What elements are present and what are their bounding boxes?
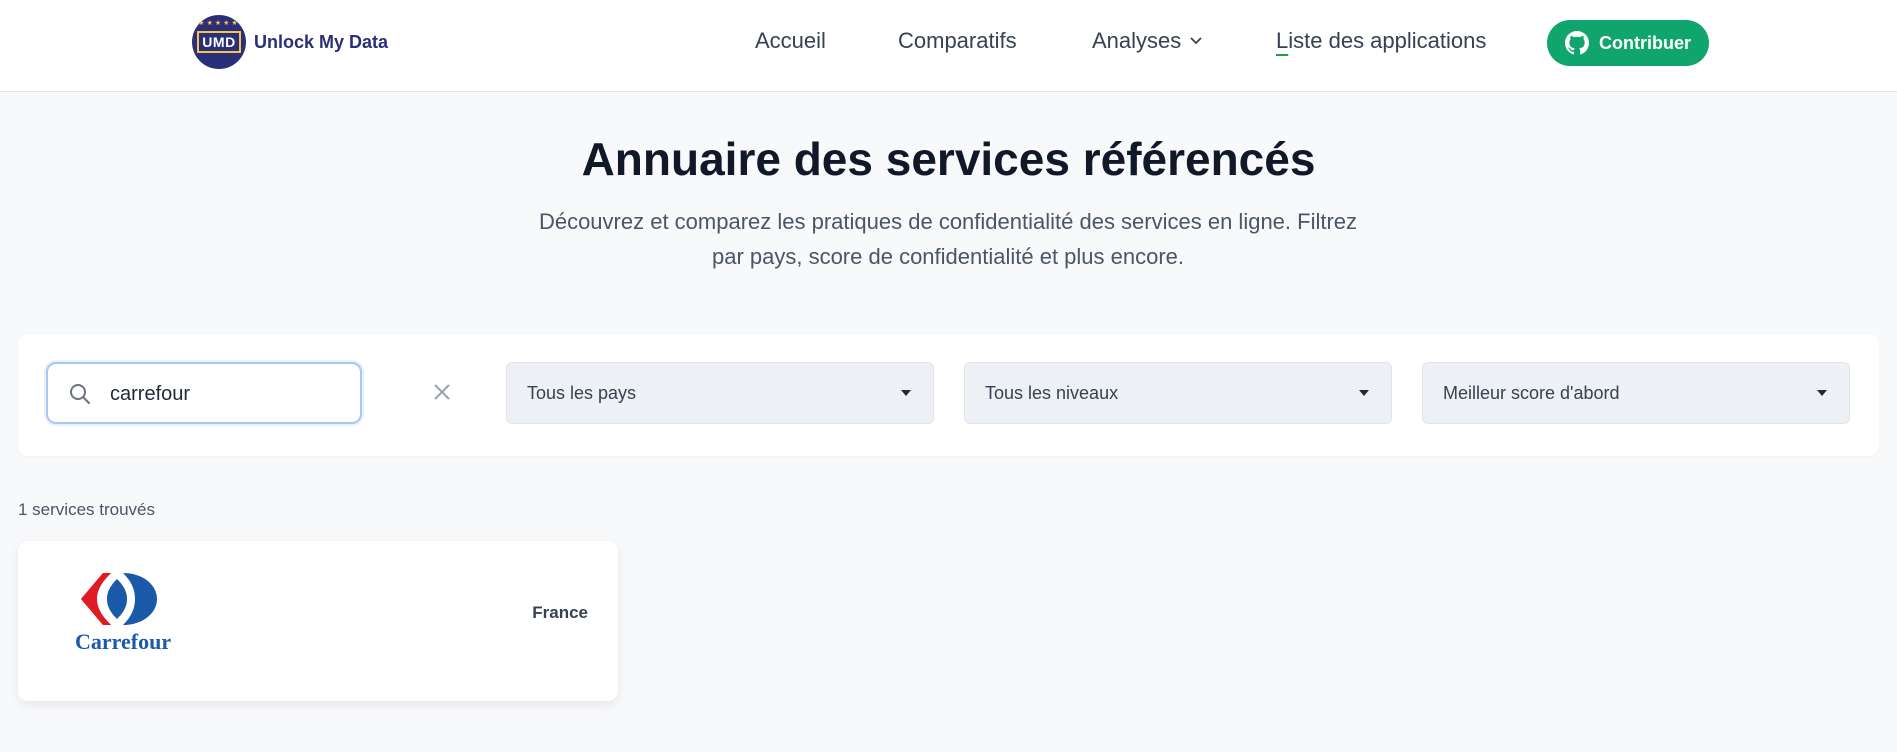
nav-accueil[interactable]: Accueil: [755, 28, 826, 54]
search-input[interactable]: [108, 378, 352, 410]
contribute-button[interactable]: Contribuer: [1547, 20, 1709, 66]
nav-analyses-label: Analyses: [1092, 28, 1182, 53]
sort-select[interactable]: Meilleur score d'abord: [1422, 362, 1850, 424]
carrefour-emblem-icon: [81, 573, 157, 625]
caret-down-icon: [901, 390, 911, 396]
nav-analyses[interactable]: Analyses: [1092, 28, 1203, 54]
github-icon: [1565, 31, 1589, 55]
chevron-down-icon: [1190, 37, 1202, 45]
country-select-value: Tous les pays: [527, 382, 637, 403]
nav-liste-applications[interactable]: Liste des applications: [1276, 28, 1486, 54]
contribute-label: Contribuer: [1599, 32, 1691, 53]
caret-down-icon: [1817, 390, 1827, 396]
level-select-value: Tous les niveaux: [985, 382, 1119, 403]
page-title: Annuaire des services référencés: [581, 133, 1316, 185]
service-card[interactable]: Carrefour France: [18, 541, 618, 701]
results-count: 1 services trouvés: [18, 500, 155, 519]
nav-comparatifs[interactable]: Comparatifs: [898, 28, 1017, 54]
logo-text: Unlock My Data: [254, 31, 389, 52]
search-icon: [70, 384, 90, 404]
logo-badge-icon: ★★★★★ UMD: [192, 15, 246, 69]
caret-down-icon: [1359, 390, 1369, 396]
search-box[interactable]: [46, 362, 362, 424]
service-country: France: [532, 603, 588, 622]
level-select[interactable]: Tous les niveaux: [964, 362, 1392, 424]
clear-search-icon[interactable]: [432, 382, 452, 402]
logo[interactable]: ★★★★★ UMD Unlock My Data: [192, 15, 388, 69]
sort-select-value: Meilleur score d'abord: [1443, 382, 1620, 403]
page-subtitle: Découvrez et comparez les pratiques de c…: [538, 209, 1358, 269]
filter-panel: Tous les pays Tous les niveaux Meilleur …: [18, 334, 1879, 456]
country-select[interactable]: Tous les pays: [506, 362, 934, 424]
top-header: ★★★★★ UMD Unlock My Data Accueil Compara…: [0, 0, 1897, 92]
service-name: Carrefour: [75, 629, 172, 654]
